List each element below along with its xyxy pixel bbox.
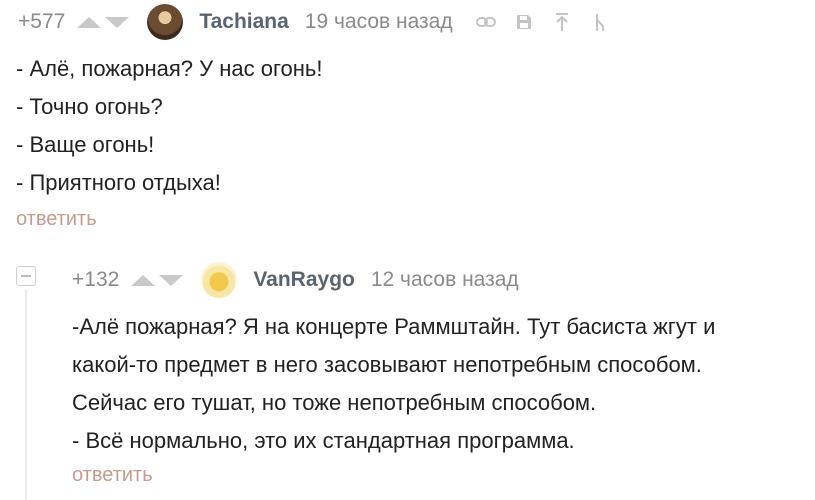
avatar[interactable] [201,262,238,298]
upvote-icon[interactable] [77,16,102,28]
comment-line: Сейчас его тушат, но тоже непотребным сп… [72,390,597,415]
comment-body: - Алё, пожарная? У нас огонь! - Точно ог… [0,50,815,202]
comment-rating: +577 [18,10,66,33]
comment: +132 VanRaygo 12 часов назад -Алё пожарн… [0,258,815,500]
comment-header: +577 Tachiana 19 часов назад [0,0,815,44]
comment-time[interactable]: 19 часов назад [305,10,453,34]
username[interactable]: VanRaygo [253,268,355,292]
comment-rating: +132 [72,268,120,291]
comment-line: - Всё нормально, это их стандартная прог… [72,428,575,453]
branch-icon[interactable] [589,11,611,33]
avatar[interactable] [147,4,184,40]
link-icon[interactable] [475,11,497,33]
comment-line: какой-то предмет в него засовывают непот… [72,352,702,377]
comment-line: - Алё, пожарная? У нас огонь! [16,56,323,81]
comment-line: - Точно огонь? [16,94,163,119]
comment-line: -Алё пожарная? Я на концерте Раммштайн. … [72,314,716,339]
username[interactable]: Tachiana [199,10,288,34]
collapse-thread-button[interactable] [16,266,36,286]
comment: +577 Tachiana 19 часов назад - Алё, пожа… [0,0,815,231]
thread-line[interactable] [25,290,27,500]
reply-link[interactable]: ответить [16,208,97,231]
comment-line: - Ваще огонь! [16,132,155,157]
reply-link[interactable]: ответить [72,464,153,487]
upvote-icon[interactable] [131,274,156,286]
downvote-icon[interactable] [105,16,130,28]
save-icon[interactable] [513,11,535,33]
comment-time[interactable]: 12 часов назад [371,268,519,292]
comment-header: +132 VanRaygo 12 часов назад [0,258,815,302]
downvote-icon[interactable] [159,274,184,286]
comment-line: - Приятного отдыха! [16,170,221,195]
comment-body: -Алё пожарная? Я на концерте Раммштайн. … [0,308,815,460]
scroll-up-icon[interactable] [551,11,573,33]
